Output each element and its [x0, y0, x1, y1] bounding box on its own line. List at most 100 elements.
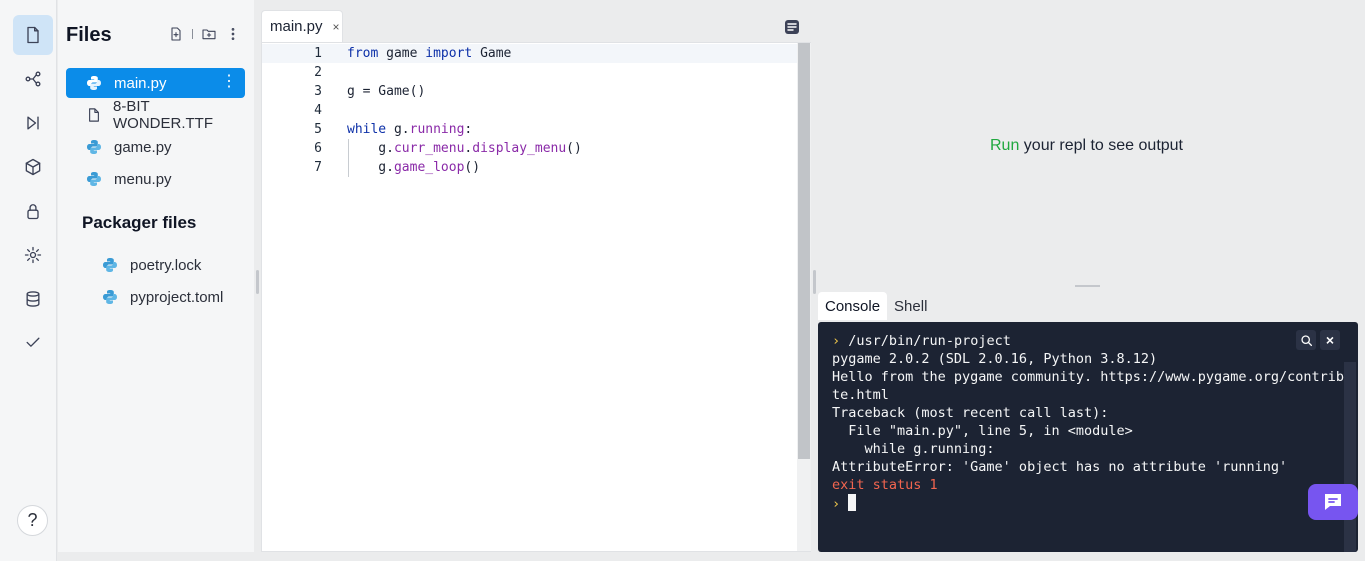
console-line: while g.running:	[832, 441, 995, 457]
packages-button[interactable]	[13, 147, 53, 187]
line-text: while g.running:	[347, 122, 473, 137]
debugger-button[interactable]	[13, 103, 53, 143]
line-number: 3	[314, 84, 322, 99]
output-resize-handle[interactable]	[1075, 285, 1100, 287]
close-icon: ×	[1325, 332, 1335, 348]
database-button[interactable]	[13, 279, 53, 319]
output-message: your repl to see output	[1019, 137, 1183, 154]
close-icon[interactable]: ×	[333, 20, 340, 34]
file-name: pyproject.toml	[130, 288, 224, 306]
exit-status-line: exit status 1	[832, 477, 938, 493]
file-name: 8-BIT WONDER.TTF	[113, 98, 213, 132]
line-number: 1	[314, 46, 322, 61]
console-line: te.html	[832, 387, 889, 403]
python-icon	[86, 139, 102, 155]
console-tabs: Console Shell	[818, 292, 934, 320]
editor-resize-handle[interactable]	[813, 270, 816, 294]
files-tool-button[interactable]	[13, 15, 53, 55]
file-item-main-py[interactable]: main.py ⋮	[66, 68, 245, 98]
code-line: 2	[262, 63, 797, 82]
line-text: g.game_loop()	[347, 160, 481, 175]
console-actions: ×	[1296, 330, 1340, 350]
webview-output: Run your repl to see output	[818, 0, 1365, 290]
question-mark-icon: ?	[27, 510, 38, 530]
console-line: pygame 2.0.2 (SDL 2.0.16, Python 3.8.12)	[832, 351, 1158, 367]
file-item-pyproject-toml[interactable]: pyproject.toml	[82, 282, 245, 312]
console-line: Hello from the pygame community. https:/…	[832, 369, 1353, 385]
settings-button[interactable]	[13, 235, 53, 275]
new-file-icon[interactable]	[168, 26, 184, 42]
secrets-button[interactable]	[13, 191, 53, 231]
file-icon	[27, 26, 39, 44]
prompt-icon: ›	[832, 496, 841, 512]
prompt-icon: ›	[832, 333, 841, 349]
file-item-game-py[interactable]: game.py	[66, 132, 245, 162]
file-item-font[interactable]: 8-BIT WONDER.TTF	[66, 98, 245, 132]
tab-label: main.py	[270, 18, 323, 35]
code-editor-pane: main.py × 1 from game import Game 2 3 g …	[261, 8, 811, 552]
lock-icon	[27, 204, 39, 220]
python-icon	[86, 75, 102, 91]
chat-button[interactable]	[1308, 484, 1358, 520]
packager-files-title: Packager files	[82, 213, 197, 232]
tab-console[interactable]: Console	[818, 292, 888, 320]
line-text: from game import Game	[347, 46, 512, 61]
clear-console-button[interactable]: ×	[1320, 330, 1340, 350]
replit-workspace: ? Files main.py ⋮ 8-BIT WONDER.TTF game.…	[0, 0, 1365, 561]
file-name: poetry.lock	[130, 256, 202, 274]
cube-icon	[25, 158, 41, 176]
file-name: game.py	[114, 138, 172, 156]
line-number: 4	[314, 103, 322, 118]
file-actions	[168, 26, 241, 42]
code-line: 1 from game import Game	[262, 44, 797, 63]
code-line: 4	[262, 101, 797, 120]
text-cursor	[848, 494, 857, 511]
run-word: Run	[989, 137, 1020, 154]
check-icon	[26, 337, 40, 347]
scrollbar-thumb[interactable]	[798, 43, 810, 459]
line-number: 2	[314, 65, 322, 80]
file-name: main.py	[114, 74, 167, 92]
console-terminal[interactable]: › /usr/bin/run-project pygame 2.0.2 (SDL…	[818, 322, 1358, 552]
sidebar-resize-handle[interactable]	[256, 270, 259, 294]
file-item-menu-py[interactable]: menu.py	[66, 164, 245, 194]
code-line: 6 g.curr_menu.display_menu()	[262, 139, 797, 158]
file-item-poetry-lock[interactable]: poetry.lock	[82, 250, 245, 280]
code-line: 3 g = Game()	[262, 82, 797, 101]
new-folder-icon[interactable]	[201, 26, 217, 42]
console-scrollbar[interactable]	[1344, 362, 1356, 552]
python-icon	[102, 289, 118, 305]
more-options-icon[interactable]	[225, 26, 241, 42]
code-area[interactable]: 1 from game import Game 2 3 g = Game() 4…	[261, 42, 811, 552]
indent-guide	[348, 139, 349, 177]
console-line: Traceback (most recent call last):	[832, 405, 1109, 421]
editor-scrollbar[interactable]	[797, 43, 811, 551]
python-icon	[86, 171, 102, 187]
file-icon	[86, 107, 101, 123]
activity-bar: ?	[0, 0, 57, 561]
console-line: File "main.py", line 5, in <module>	[832, 423, 1133, 439]
git-branch-icon	[25, 71, 41, 87]
chat-bubble-icon	[1325, 494, 1341, 510]
line-text: g = Game()	[347, 84, 426, 99]
line-number: 7	[314, 160, 322, 175]
database-icon	[26, 291, 40, 307]
file-more-icon[interactable]: ⋮	[221, 74, 237, 90]
unit-tests-button[interactable]	[13, 322, 53, 362]
tab-main-py[interactable]: main.py ×	[261, 10, 343, 42]
tab-shell[interactable]: Shell	[887, 292, 934, 320]
code-line: 7 g.game_loop()	[262, 158, 797, 177]
console-line: AttributeError: 'Game' object has no att…	[832, 459, 1288, 475]
search-icon	[1300, 334, 1312, 346]
line-number: 6	[314, 141, 322, 156]
format-code-icon[interactable]	[784, 19, 800, 35]
console-input-line[interactable]: ›	[832, 494, 857, 513]
python-icon	[102, 257, 118, 273]
help-button[interactable]: ?	[17, 505, 48, 536]
console-line: › /usr/bin/run-project	[832, 333, 1011, 349]
play-step-icon	[27, 116, 39, 130]
version-control-button[interactable]	[13, 59, 53, 99]
search-button[interactable]	[1296, 330, 1316, 350]
gear-icon	[24, 246, 42, 264]
files-title: Files	[66, 24, 112, 46]
